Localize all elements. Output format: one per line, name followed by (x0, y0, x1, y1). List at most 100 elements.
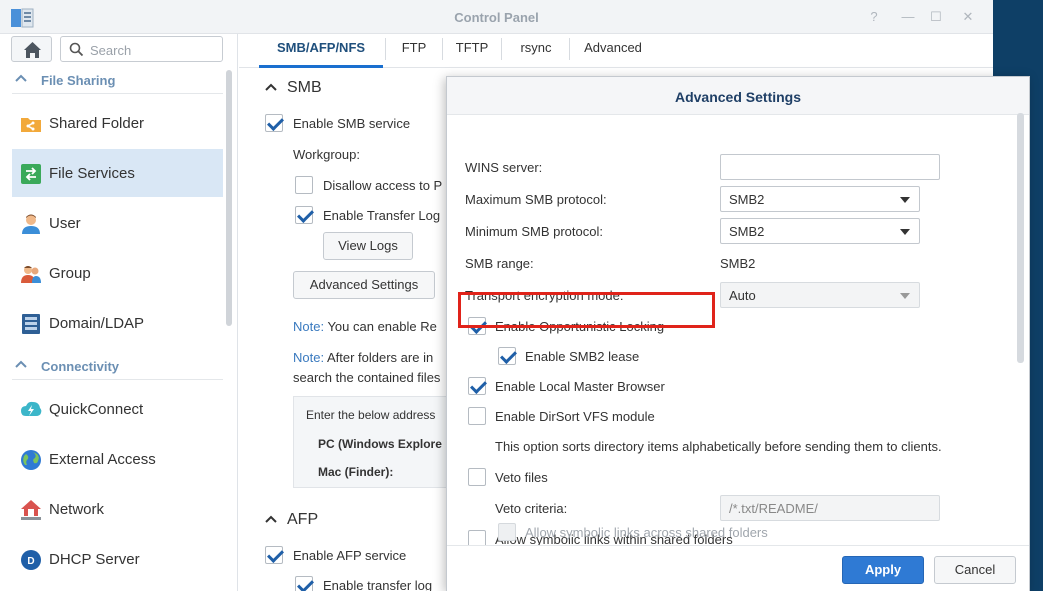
search-icon (69, 42, 84, 57)
tab-divider (442, 38, 443, 60)
highlight-box (458, 292, 715, 328)
note-text: You can enable Re (324, 319, 437, 334)
note-1: Note: You can enable Re (293, 319, 437, 334)
tab-advanced[interactable]: Advanced (571, 34, 655, 68)
enable-transfer-log-checkbox[interactable] (295, 206, 313, 224)
veto-criteria-input: /*.txt/README/ (720, 495, 940, 521)
dirsort-label: Enable DirSort VFS module (495, 409, 655, 424)
pc-address-label: PC (Windows Explore (318, 437, 442, 451)
local-master-browser-label: Enable Local Master Browser (495, 379, 665, 394)
note-prefix: Note: (293, 319, 325, 334)
note-text: After folders are in (324, 350, 434, 365)
smb-range-value: SMB2 (720, 256, 756, 271)
sidebar-item-shared-folder[interactable]: Shared Folder (12, 99, 223, 147)
transport-encryption-select: Auto (720, 282, 920, 308)
smb2-lease-checkbox[interactable] (498, 347, 516, 365)
chevron-down-icon (900, 197, 910, 203)
disallow-access-checkbox[interactable] (295, 176, 313, 194)
max-smb-select[interactable]: SMB2 (720, 186, 920, 212)
network-icon (21, 500, 41, 520)
veto-files-label: Veto files (495, 470, 548, 485)
min-smb-value: SMB2 (729, 224, 765, 239)
tab-tftp[interactable]: TFTP (444, 34, 500, 68)
chevron-down-icon (900, 293, 910, 299)
minimize-icon[interactable]: — (900, 9, 916, 25)
sidebar-item-file-services[interactable]: File Services (12, 149, 223, 197)
enable-smb-label: Enable SMB service (293, 116, 411, 131)
advanced-settings-button[interactable]: Advanced Settings (293, 271, 435, 299)
chevron-up-icon[interactable] (264, 81, 278, 95)
section-label: Connectivity (41, 359, 120, 374)
help-icon[interactable]: ? (866, 9, 882, 25)
group-icon (21, 266, 41, 283)
min-smb-select[interactable]: SMB2 (720, 218, 920, 244)
symlinks-checkbox[interactable] (468, 530, 486, 545)
dialog-scrollbar[interactable] (1017, 113, 1024, 363)
search-input[interactable]: Search (90, 43, 131, 58)
enable-afp-checkbox[interactable] (265, 546, 283, 564)
search-box[interactable]: Search (60, 36, 223, 62)
note-prefix: Note: (293, 350, 325, 365)
dialog-body: WINS server: Maximum SMB protocol: SMB2 … (447, 115, 1029, 545)
section-connectivity[interactable]: Connectivity (12, 354, 223, 380)
enable-transfer-log-label: Enable Transfer Log (323, 208, 441, 223)
sidebar-item-external-access[interactable]: External Access (12, 435, 223, 483)
sidebar-item-domain-ldap[interactable]: Domain/LDAP (12, 299, 223, 347)
tab-divider (569, 38, 570, 60)
tab-smb-afp-nfs[interactable]: SMB/AFP/NFS (259, 34, 383, 68)
tab-divider (385, 38, 386, 60)
mac-address-label: Mac (Finder): (318, 465, 394, 479)
sidebar: Search File Sharing Shared Folder File S… (0, 34, 238, 591)
smb-section-title: SMB (287, 79, 322, 96)
window-title: Control Panel (454, 10, 539, 25)
veto-criteria-placeholder: /*.txt/README/ (729, 501, 818, 516)
afp-transfer-log-checkbox[interactable] (295, 576, 313, 591)
enable-smb-checkbox[interactable] (265, 114, 283, 132)
disallow-access-label: Disallow access to P (323, 178, 443, 193)
local-master-browser-checkbox[interactable] (468, 377, 486, 395)
sidebar-item-label: Shared Folder (49, 115, 145, 132)
dirsort-description: This option sorts directory items alphab… (495, 439, 942, 454)
close-icon[interactable]: ✕ (960, 9, 976, 25)
maximize-icon[interactable]: ☐ (928, 9, 944, 25)
sidebar-item-quickconnect[interactable]: QuickConnect (12, 385, 223, 433)
tab-divider (501, 38, 502, 60)
sidebar-scrollbar[interactable] (226, 70, 232, 326)
wins-server-input[interactable] (720, 154, 940, 180)
user-icon (22, 214, 40, 234)
wins-server-label: WINS server: (465, 160, 543, 175)
enable-afp-label: Enable AFP service (293, 548, 407, 563)
smb-range-label: SMB range: (465, 256, 534, 271)
tab-rsync[interactable]: rsync (503, 34, 569, 68)
sidebar-item-network[interactable]: Network (12, 485, 223, 533)
chevron-down-icon (900, 229, 910, 235)
sidebar-item-label: Group (49, 265, 91, 282)
afp-section-title: AFP (287, 511, 319, 528)
sidebar-item-group[interactable]: Group (12, 249, 223, 297)
sidebar-item-user[interactable]: User (12, 199, 223, 247)
chevron-up-icon[interactable] (264, 513, 278, 527)
shared-folder-icon (21, 118, 41, 132)
domain-icon (22, 314, 40, 334)
smb2-lease-label: Enable SMB2 lease (525, 349, 640, 364)
veto-criteria-label: Veto criteria: (495, 501, 568, 516)
section-label: File Sharing (41, 73, 116, 88)
afp-transfer-log-label: Enable transfer log (323, 578, 433, 591)
file-services-icon (21, 164, 41, 184)
cancel-button[interactable]: Cancel (934, 556, 1016, 584)
home-button[interactable] (11, 36, 52, 62)
sidebar-item-label: Domain/LDAP (49, 315, 145, 332)
sidebar-item-dhcp-server[interactable]: D DHCP Server (12, 535, 223, 583)
tab-ftp[interactable]: FTP (387, 34, 441, 68)
view-logs-button[interactable]: View Logs (323, 232, 413, 260)
sidebar-item-label: External Access (49, 451, 156, 468)
dirsort-checkbox[interactable] (468, 407, 486, 425)
max-smb-label: Maximum SMB protocol: (465, 192, 607, 207)
max-smb-value: SMB2 (729, 192, 765, 207)
quickconnect-icon (21, 401, 42, 416)
workgroup-label: Workgroup: (293, 147, 360, 162)
apply-button[interactable]: Apply (842, 556, 924, 584)
section-file-sharing[interactable]: File Sharing (12, 68, 223, 94)
tab-bar: SMB/AFP/NFS FTP TFTP rsync Advanced (239, 34, 993, 68)
veto-files-checkbox[interactable] (468, 468, 486, 486)
